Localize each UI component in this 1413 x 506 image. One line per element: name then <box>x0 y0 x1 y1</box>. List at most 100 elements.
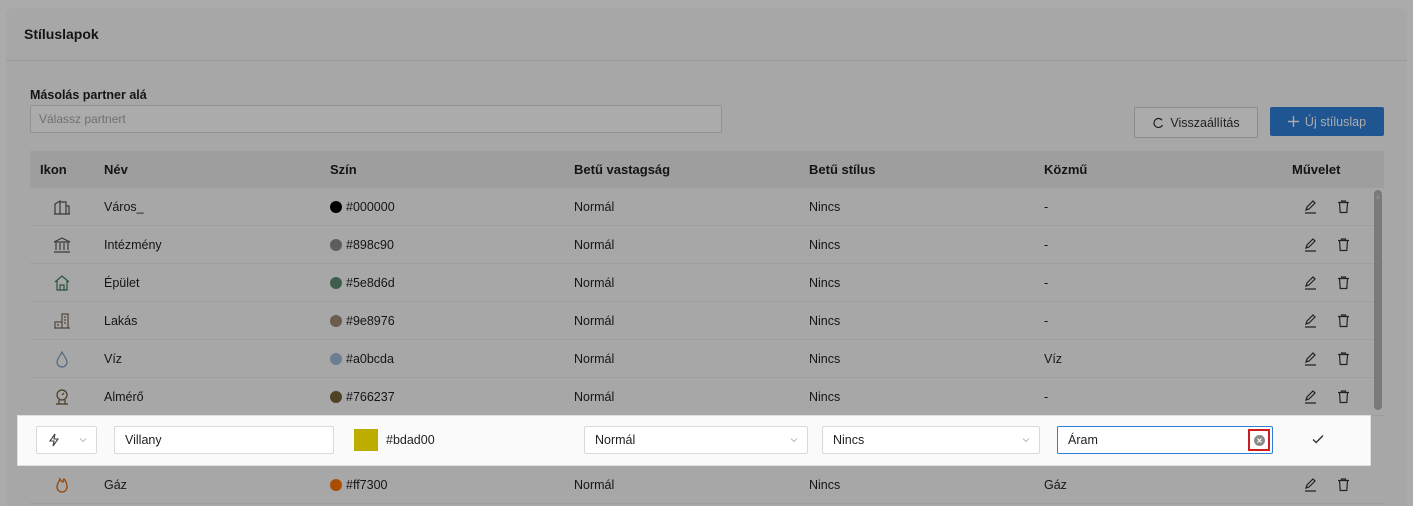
row-utility: - <box>1044 199 1049 214</box>
water-drop-icon <box>56 350 68 368</box>
row-font-weight: Normál <box>574 477 615 492</box>
row-utility: - <box>1044 275 1049 290</box>
new-stylesheet-label: Új stíluslap <box>1304 114 1367 129</box>
row-name: Város_ <box>104 199 144 214</box>
header-name: Név <box>104 162 128 177</box>
chevron-down-icon <box>79 438 87 443</box>
delete-icon[interactable] <box>1336 477 1351 492</box>
edit-icon[interactable] <box>1303 477 1318 492</box>
delete-icon[interactable] <box>1336 199 1351 214</box>
icon-select[interactable] <box>36 426 97 454</box>
row-name: Lakás <box>104 313 138 328</box>
row-font-weight: Normál <box>574 275 615 290</box>
partner-select-input[interactable] <box>30 105 722 133</box>
new-stylesheet-button[interactable]: Új stíluslap <box>1270 107 1384 136</box>
row-font-style: Nincs <box>809 275 841 290</box>
chevron-down-icon <box>1022 438 1030 443</box>
font-style-select[interactable]: Nincs <box>822 426 1040 454</box>
header-font-weight: Betű vastagság <box>574 162 671 177</box>
table-row: Víz #a0bcda Normál Nincs Víz <box>30 340 1384 378</box>
utility-value: Áram <box>1068 433 1098 447</box>
lightning-icon <box>48 433 60 447</box>
row-name: Intézmény <box>104 237 162 252</box>
table-row: Almérő #766237 Normál Nincs - <box>30 378 1384 416</box>
reset-button-label: Visszaállítás <box>1170 115 1240 130</box>
row-font-style: Nincs <box>809 477 841 492</box>
delete-icon[interactable] <box>1336 313 1351 328</box>
scrollbar-thumb[interactable] <box>1374 190 1382 410</box>
font-style-value: Nincs <box>833 433 865 447</box>
color-value: #bdad00 <box>386 433 435 447</box>
color-swatch <box>330 478 342 491</box>
meter-icon <box>56 388 68 405</box>
color-value: #000000 <box>346 199 395 214</box>
row-font-style: Nincs <box>809 313 841 328</box>
edit-row: Villany #bdad00 Normál Nincs Áram <box>18 416 1370 465</box>
row-font-style: Nincs <box>809 237 841 252</box>
table-header: Ikon Név Szín Betű vastagság Betű stílus… <box>30 151 1384 188</box>
delete-icon[interactable] <box>1336 237 1351 252</box>
row-font-style: Nincs <box>809 351 841 366</box>
clear-button[interactable] <box>1248 429 1270 451</box>
color-swatch[interactable] <box>354 429 378 451</box>
edit-icon[interactable] <box>1303 275 1318 290</box>
table-row: Épület #5e8d6d Normál Nincs - <box>30 264 1384 302</box>
table-row: Intézmény #898c90 Normál Nincs - <box>30 226 1384 264</box>
color-value: #5e8d6d <box>346 275 395 290</box>
row-utility: - <box>1044 237 1049 252</box>
header-utility: Közmű <box>1044 162 1088 177</box>
reset-button[interactable]: Visszaállítás <box>1134 107 1258 138</box>
header-action: Művelet <box>1292 162 1341 177</box>
institution-icon <box>53 236 71 253</box>
color-swatch <box>330 314 342 327</box>
chevron-down-icon <box>790 438 798 443</box>
row-font-weight: Normál <box>574 313 615 328</box>
table-row: Lakás #9e8976 Normál Nincs - <box>30 302 1384 340</box>
row-name: Almérő <box>104 389 144 404</box>
edit-icon[interactable] <box>1303 237 1318 252</box>
delete-icon[interactable] <box>1336 351 1351 366</box>
color-value: #ff7300 <box>346 477 388 492</box>
edit-icon[interactable] <box>1303 389 1318 404</box>
color-value: #766237 <box>346 389 395 404</box>
checkmark-icon <box>1312 435 1324 444</box>
panel-title: Stíluslapok <box>6 8 1407 61</box>
reset-icon <box>1153 117 1164 128</box>
row-utility: Víz <box>1044 351 1063 366</box>
table-row: Város_ #000000 Normál Nincs - <box>30 188 1384 226</box>
font-weight-value: Normál <box>595 433 636 447</box>
row-name: Gáz <box>104 477 127 492</box>
color-value: #9e8976 <box>346 313 395 328</box>
table-row: Gáz #ff7300 Normál Nincs Gáz <box>30 466 1384 504</box>
city-icon <box>54 199 70 215</box>
row-font-weight: Normál <box>574 199 615 214</box>
edit-icon[interactable] <box>1303 351 1318 366</box>
edit-icon[interactable] <box>1303 199 1318 214</box>
scroll-up-arrow[interactable]: ▲ <box>1374 192 1382 201</box>
row-font-style: Nincs <box>809 389 841 404</box>
delete-icon[interactable] <box>1336 389 1351 404</box>
color-swatch <box>330 390 342 403</box>
color-value: #a0bcda <box>346 351 394 366</box>
utility-select[interactable]: Áram <box>1057 426 1273 454</box>
row-name: Épület <box>104 275 140 290</box>
plus-icon <box>1287 116 1299 127</box>
save-row-button[interactable] <box>1310 431 1326 450</box>
row-font-weight: Normál <box>574 389 615 404</box>
color-swatch <box>330 200 342 213</box>
copy-partner-label: Másolás partner alá <box>30 88 147 102</box>
delete-icon[interactable] <box>1336 275 1351 290</box>
row-font-weight: Normál <box>574 237 615 252</box>
name-input[interactable]: Villany <box>114 426 334 454</box>
color-swatch <box>330 276 342 289</box>
font-weight-select[interactable]: Normál <box>584 426 808 454</box>
building-icon <box>54 274 70 291</box>
color-value: #898c90 <box>346 237 394 252</box>
color-swatch <box>330 352 342 365</box>
clear-icon <box>1253 434 1265 446</box>
edit-icon[interactable] <box>1303 313 1318 328</box>
row-name: Víz <box>104 351 123 366</box>
color-swatch <box>330 238 342 251</box>
header-font-style: Betű stílus <box>809 162 876 177</box>
color-picker[interactable]: #bdad00 <box>354 426 435 454</box>
